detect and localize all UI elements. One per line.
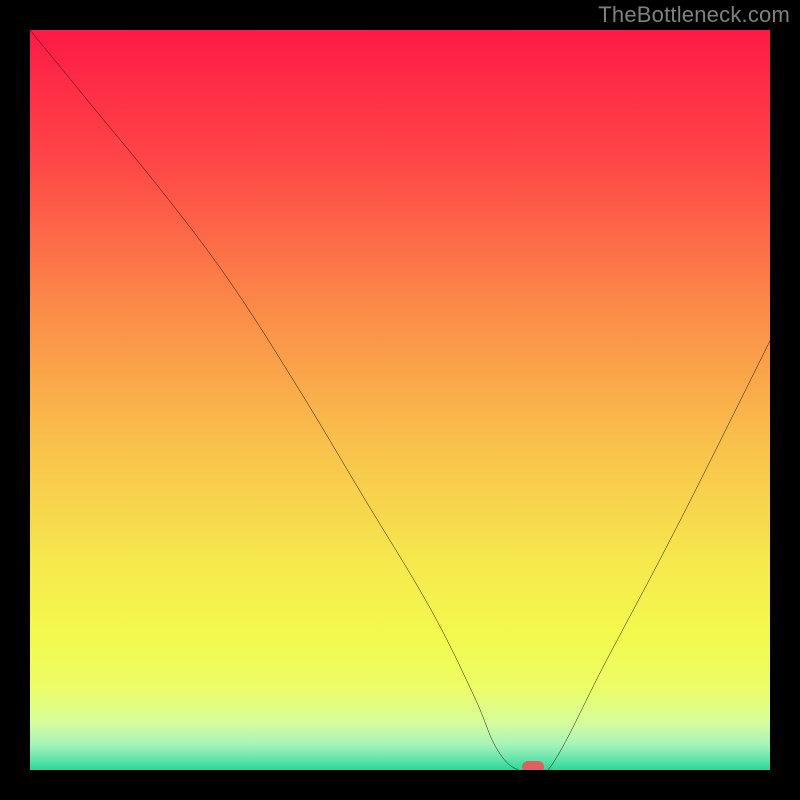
bottleneck-curve — [30, 30, 770, 770]
watermark-text: TheBottleneck.com — [598, 2, 790, 28]
plot-area — [30, 30, 770, 770]
optimal-point-marker — [522, 761, 544, 770]
chart-stage: TheBottleneck.com — [0, 0, 800, 800]
